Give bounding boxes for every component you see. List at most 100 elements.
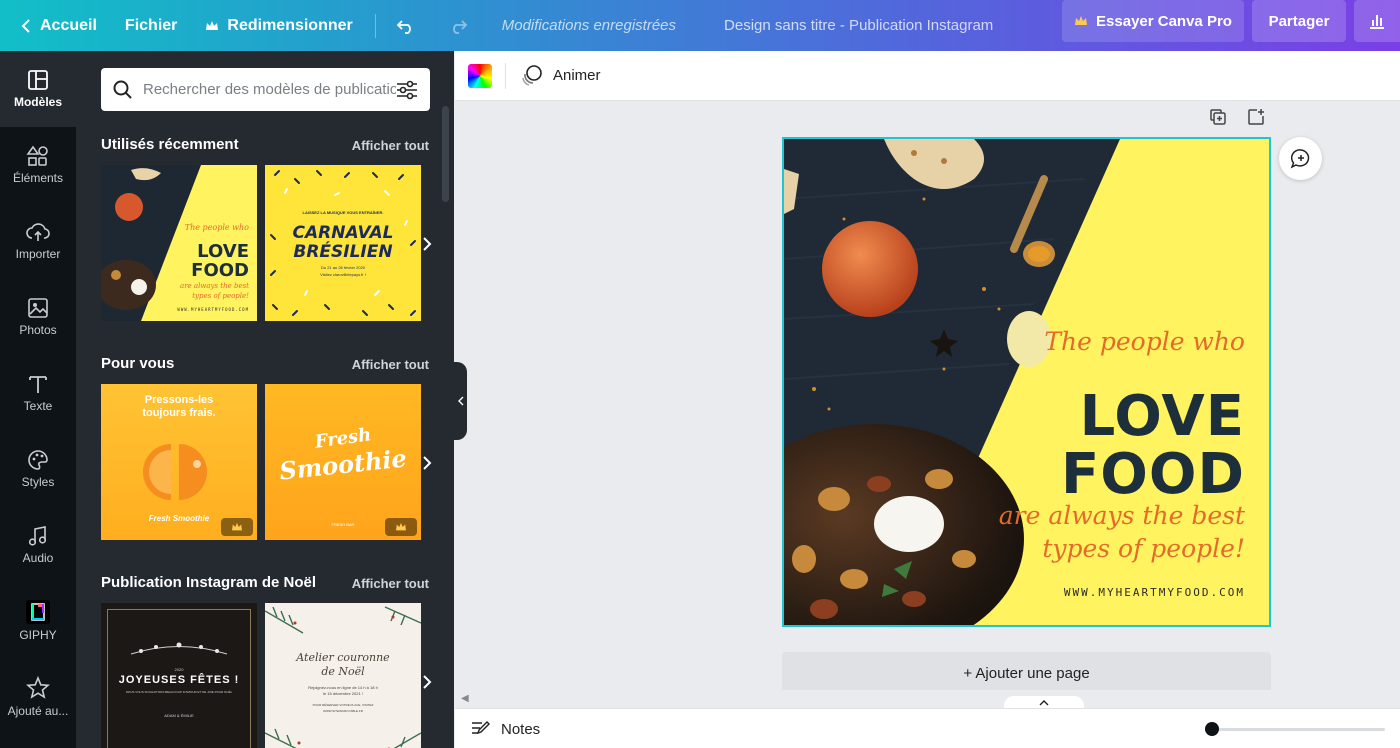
design-tagline-2[interactable]: are always the best (999, 501, 1245, 530)
thumb-title-2: de Noël (321, 665, 365, 678)
thumb-date: Du 21 au 26 février 2020 (320, 265, 366, 270)
add-comment-button[interactable] (1279, 137, 1322, 180)
scroll-right-button[interactable] (420, 672, 434, 692)
duplicate-page-button[interactable] (1209, 108, 1229, 128)
template-thumbnail[interactable]: The people who LOVE FOOD are always the … (101, 165, 257, 321)
template-thumbnail[interactable]: Fresh Smoothie FRESH BAR (265, 384, 421, 540)
rail-elements[interactable]: Éléments (0, 127, 76, 203)
thumb-message: NOUS VOUS SOUHAITONS BEAUCOUP D'AMOUR ET… (125, 690, 233, 694)
chevron-right-icon (423, 456, 432, 470)
template-thumbnail[interactable]: LAISSEZ LA MUSIQUE VOUS ENTRAÎNER. CARNA… (265, 165, 421, 321)
file-menu[interactable]: Fichier (111, 0, 191, 51)
thumb-title-1: Atelier couronne (296, 651, 390, 664)
crown-icon (396, 522, 406, 531)
thumb-year: 2020 (174, 667, 184, 672)
undo-button[interactable] (384, 0, 436, 51)
document-title[interactable]: Design sans titre - Publication Instagra… (690, 0, 1007, 51)
new-page-icon (1248, 109, 1264, 125)
template-thumbnail[interactable]: Pressons-les toujours frais. Fresh Smoot… (101, 384, 257, 540)
crown-icon (206, 20, 219, 30)
share-button[interactable]: Partager (1252, 0, 1346, 42)
templates-icon (28, 70, 48, 90)
rail-text[interactable]: Texte (0, 355, 76, 431)
thumb-food: FOOD (191, 260, 249, 281)
design-tagline-3[interactable]: types of people! (1042, 534, 1245, 563)
thumb-subtitle: Rejoignez-nous en ligne de 14 h à 18 h (308, 685, 378, 690)
template-thumbnail[interactable]: 2020 JOYEUSES FÊTES ! NOUS VOUS SOUHAITO… (101, 603, 257, 748)
search-box[interactable] (101, 68, 430, 111)
zoom-slider[interactable] (1205, 722, 1385, 736)
notes-label: Notes (501, 720, 541, 738)
undo-icon (396, 19, 411, 34)
add-page-button[interactable]: + Ajouter une page (782, 652, 1271, 694)
thumb-small: POUR RÉSERVER VOTRE PLACE, VISITEZ (312, 703, 374, 707)
save-status: Modifications enregistrées (501, 17, 677, 34)
design-headline-love[interactable]: LOVE (1080, 389, 1245, 445)
elements-icon (26, 145, 48, 166)
pro-badge (385, 518, 417, 536)
upload-icon (26, 223, 50, 241)
design-website[interactable]: WWW.MYHEARTMYFOOD.COM (1064, 586, 1245, 599)
bar-chart-icon (1370, 15, 1384, 29)
insights-button[interactable] (1354, 0, 1400, 42)
design-tagline-1[interactable]: The people who (1044, 327, 1245, 356)
divider (505, 63, 506, 89)
design-page[interactable]: The people who LOVE FOOD are always the … (782, 137, 1271, 627)
scroll-left-icon: ◀ (461, 693, 469, 704)
rail-photos[interactable]: Photos (0, 279, 76, 355)
add-page-icon-button[interactable] (1247, 108, 1267, 128)
section-title: Utilisés récemment (101, 136, 239, 153)
scroll-right-button[interactable] (420, 453, 434, 473)
rail-label: Modèles (13, 95, 62, 109)
crown-icon (1075, 16, 1088, 25)
home-button[interactable]: Accueil (0, 0, 111, 51)
thumb-greeting: JOYEUSES FÊTES ! (118, 674, 240, 686)
bottom-bar: Notes (455, 708, 1400, 748)
thumb-love: LOVE (197, 241, 249, 262)
see-all-link[interactable]: Afficher tout (352, 138, 429, 153)
chevron-left-icon (457, 396, 463, 406)
animate-button[interactable]: Animer (521, 64, 601, 86)
notes-button[interactable]: Notes (471, 720, 540, 738)
search-icon (113, 80, 132, 99)
resize-button[interactable]: Redimensionner (191, 0, 366, 51)
rail-templates[interactable]: Modèles (0, 51, 76, 127)
rail-label: Styles (21, 475, 55, 489)
music-icon (28, 526, 47, 546)
design-headline-food[interactable]: FOOD (1061, 447, 1245, 503)
collapse-panel-button[interactable] (454, 362, 467, 440)
thumb-script-2: are always the best types of people! (180, 282, 249, 300)
redo-button[interactable] (436, 0, 488, 51)
search-input[interactable] (143, 81, 396, 98)
see-all-link[interactable]: Afficher tout (352, 357, 429, 372)
star-icon (26, 676, 50, 699)
side-rail: Modèles Éléments Importer Photos Texte S… (0, 51, 76, 748)
thumb-tagline: LAISSEZ LA MUSIQUE VOUS ENTRAÎNER. (302, 210, 384, 215)
panel-scrollbar[interactable] (442, 106, 449, 202)
thumb-subtitle-2: le 15 décembre 2021 ! (323, 691, 363, 696)
try-pro-button[interactable]: Essayer Canva Pro (1062, 0, 1244, 42)
duplicate-icon (1210, 109, 1226, 125)
templates-panel: Utilisés récemment Afficher tout The peo… (76, 51, 454, 748)
rail-label: Éléments (12, 171, 64, 185)
rail-starred[interactable]: Ajouté au... (0, 659, 76, 735)
zoom-slider-handle[interactable] (1205, 722, 1219, 736)
scroll-right-button[interactable] (420, 234, 434, 254)
section-title: Publication Instagram de Noël (101, 574, 317, 591)
pro-badge (221, 518, 253, 536)
rail-styles[interactable]: Styles (0, 431, 76, 507)
thumb-script: The people who (184, 223, 249, 232)
chevron-left-icon (21, 18, 30, 33)
page-tools (1209, 108, 1267, 128)
horizontal-scrollbar[interactable]: ◀ (455, 690, 1400, 708)
filter-icon (397, 80, 417, 99)
rail-audio[interactable]: Audio (0, 507, 76, 583)
template-thumbnail[interactable]: Atelier couronne de Noël Rejoignez-nous … (265, 603, 421, 748)
color-picker-button[interactable] (468, 64, 492, 88)
see-all-link[interactable]: Afficher tout (352, 576, 429, 591)
rail-label: Importer (15, 247, 61, 261)
editor-toolbar: Animer (455, 51, 1400, 101)
thumb-names: ADAM & ÉMILIE (164, 713, 194, 718)
rail-upload[interactable]: Importer (0, 203, 76, 279)
rail-giphy[interactable]: GIPHY (0, 583, 76, 659)
